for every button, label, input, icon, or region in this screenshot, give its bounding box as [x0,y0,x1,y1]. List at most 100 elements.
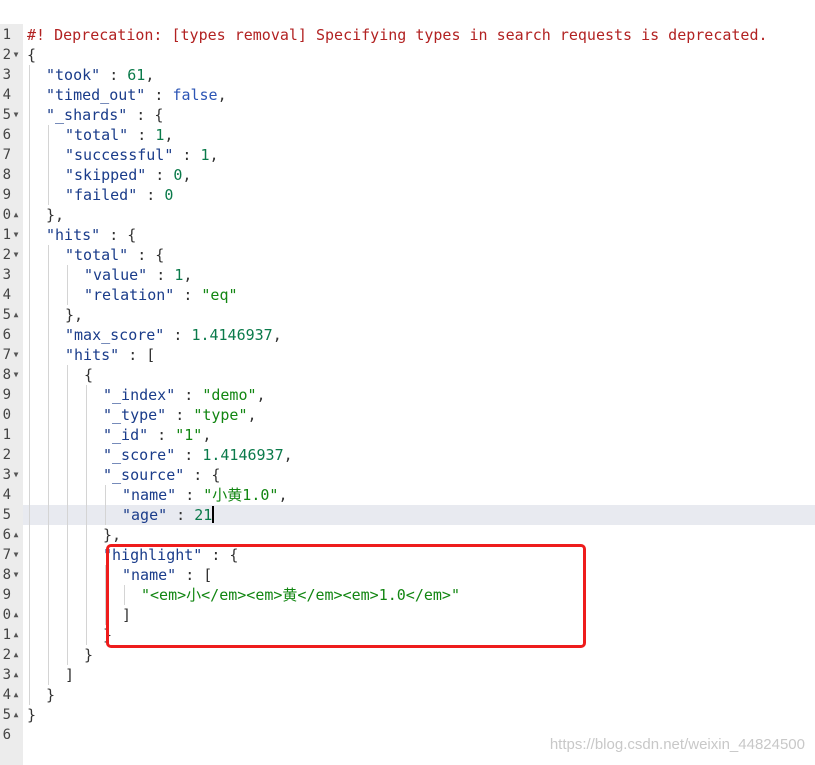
code-line[interactable]: 9 "failed" : 0 [0,185,815,205]
fold-open-icon[interactable]: ▼ [11,45,21,65]
code-text: "<em>小</em><em>黄</em><em>1.0</em>" [141,585,460,605]
indent-guide [48,325,49,345]
fold-close-icon[interactable]: ▲ [11,605,21,625]
code-token: : [148,426,176,444]
code-line[interactable]: 8 ▼ "name" : [ [0,565,815,585]
code-line[interactable]: 1 ▲} [0,625,815,645]
code-line[interactable]: 0 "_type" : "type", [0,405,815,425]
indent-guide [29,485,30,505]
top-bar [0,0,815,24]
fold-close-icon[interactable]: ▲ [11,525,21,545]
code-token: "failed" [65,186,138,204]
code-line[interactable]: 3 ▲] [0,665,815,685]
code-line[interactable]: 1 #! Deprecation: [types removal] Specify… [0,25,815,45]
indent-guide [29,505,30,525]
code-line[interactable]: 5 ▲} [0,705,815,725]
code-token: , [283,446,293,464]
code-token: "_source" [103,466,185,484]
fold-close-icon[interactable]: ▲ [11,205,21,225]
indent-guide [48,345,49,365]
indent-guide [29,605,30,625]
code-text: "_source" : { [103,465,220,485]
code-area: "_id" : "1", [23,425,815,445]
code-area: "highlight" : { [23,545,815,565]
fold-close-icon[interactable]: ▲ [11,705,21,725]
code-line[interactable]: 6 "max_score" : 1.4146937, [0,325,815,345]
code-line[interactable]: 6 ▲}, [0,525,815,545]
indent-guide [48,285,49,305]
indent-guide [67,565,68,585]
code-line[interactable]: 1 "_id" : "1", [0,425,815,445]
code-line[interactable]: 4 "relation" : "eq" [0,285,815,305]
fold-open-icon[interactable]: ▼ [11,565,21,585]
line-number: 1 [2,227,11,243]
line-number: 6 [2,327,11,343]
code-line[interactable]: 7 ▼ "hits" : [ [0,345,815,365]
json-response-editor[interactable]: 1 #! Deprecation: [types removal] Specify… [0,24,815,765]
code-line[interactable]: 7 ▼ "highlight" : { [0,545,815,565]
code-line[interactable]: 5 ▲}, [0,305,815,325]
code-token: "max_score" [65,326,165,344]
indent-guide [86,585,87,605]
code-line[interactable]: 5 "age" : 21 [0,505,815,525]
fold-open-icon[interactable]: ▼ [11,245,21,265]
code-token: } [84,646,94,664]
code-token: "timed_out" [46,86,146,104]
code-token: : [174,286,202,304]
fold-close-icon[interactable]: ▲ [11,685,21,705]
code-token: 1 [174,266,184,284]
line-number: 7 [2,347,11,363]
line-number: 5 [2,707,11,723]
code-token: { [27,46,37,64]
code-text: "skipped" : 0, [65,165,191,185]
code-area: "_shards" : { [23,105,815,125]
code-line[interactable]: 4 "name" : "小黄1.0", [0,485,815,505]
fold-close-icon[interactable]: ▲ [11,625,21,645]
code-text: } [103,625,112,645]
code-line[interactable]: 2 ▼ { [0,45,815,65]
code-area: "successful" : 1, [23,145,815,165]
code-line[interactable]: 0 ▲}, [0,205,815,225]
code-line[interactable]: 9 "_index" : "demo", [0,385,815,405]
code-line[interactable]: 3 ▼ "_source" : { [0,465,815,485]
code-line[interactable]: 4 ▲} [0,685,815,705]
indent-guide [67,625,68,645]
code-line[interactable]: 2 ▼ "total" : { [0,245,815,265]
code-line[interactable]: 9 "<em>小</em><em>黄</em><em>1.0</em>" [0,585,815,605]
code-line[interactable]: 1 ▼ "hits" : { [0,225,815,245]
fold-close-icon[interactable]: ▲ [11,665,21,685]
fold-close-icon[interactable]: ▲ [11,305,21,325]
code-line[interactable]: 6 "total" : 1, [0,125,815,145]
code-line[interactable]: 2 "_score" : 1.4146937, [0,445,815,465]
line-number: 2 [2,47,11,63]
code-line[interactable]: 8 "skipped" : 0, [0,165,815,185]
code-line[interactable]: 0 ▲] [0,605,815,625]
code-token: : [175,446,203,464]
fold-open-icon[interactable]: ▼ [11,365,21,385]
code-line[interactable]: 4 "timed_out" : false, [0,85,815,105]
fold-open-icon[interactable]: ▼ [11,545,21,565]
code-line[interactable]: 8 ▼ { [0,365,815,385]
code-token: "type" [193,406,248,424]
fold-open-icon[interactable]: ▼ [11,465,21,485]
indent-guide [48,405,49,425]
code-line[interactable]: 3 "took" : 61, [0,65,815,85]
indent-guide [86,425,87,445]
fold-close-icon[interactable]: ▲ [11,645,21,665]
indent-guide [29,425,30,445]
code-area: "_score" : 1.4146937, [23,445,815,465]
fold-open-icon[interactable]: ▼ [11,225,21,245]
indent-guide [48,545,49,565]
code-token: "name" [122,566,177,584]
fold-open-icon[interactable]: ▼ [11,105,21,125]
code-line[interactable]: 2 ▲} [0,645,815,665]
indent-guide [86,605,87,625]
code-line[interactable]: 7 "successful" : 1, [0,145,815,165]
fold-open-icon[interactable]: ▼ [11,345,21,365]
code-text: "age" : 21 [122,505,215,525]
indent-guide [29,265,30,285]
code-line[interactable]: 5 ▼ "_shards" : { [0,105,815,125]
code-line[interactable]: 3 "value" : 1, [0,265,815,285]
line-number: 6 [2,527,11,543]
indent-guide [29,385,30,405]
